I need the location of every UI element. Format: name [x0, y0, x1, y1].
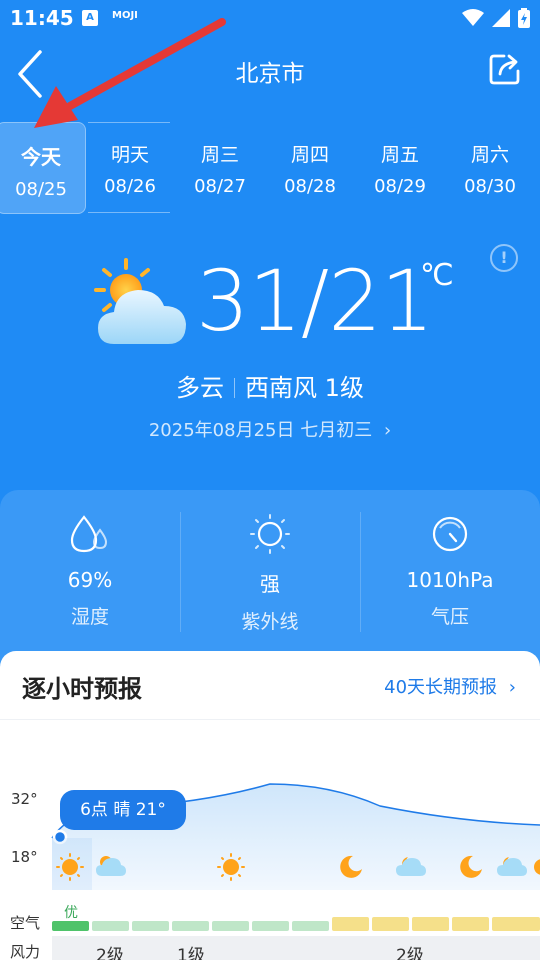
aqi-segment — [292, 921, 329, 931]
stat-pressure: 1010hPa 气压 — [360, 510, 540, 640]
air-quality-row-label: 空气 — [10, 914, 41, 932]
wind-row-bg — [52, 936, 540, 960]
day-tab-name: 周四 — [290, 144, 329, 166]
day-tab-thursday[interactable]: 周四 08/28 — [265, 122, 355, 214]
pressure-value: 1010hPa — [406, 568, 494, 592]
chevron-right-icon: › — [508, 677, 516, 698]
current-hour-bubble: 6点 晴 21° — [60, 790, 186, 830]
humidity-value: 69% — [67, 568, 113, 592]
share-button[interactable] — [488, 52, 524, 88]
status-bar: 11:45 A MOJI — [0, 0, 540, 36]
day-tab-saturday[interactable]: 周六 08/30 — [445, 122, 535, 214]
day-tab-friday[interactable]: 周五 08/29 — [355, 122, 445, 214]
day-tab-date: 08/27 — [194, 176, 246, 197]
day-tab-name: 周三 — [200, 144, 239, 166]
long-forecast-label: 40天长期预报 — [384, 677, 498, 698]
date-link[interactable]: 2025年08月25日 七月初三 › — [0, 416, 540, 442]
partly-cloudy-icon — [94, 258, 186, 344]
day-tab-date: 08/28 — [284, 176, 336, 197]
pressure-label: 气压 — [430, 606, 469, 628]
humidity-label: 湿度 — [70, 606, 109, 628]
share-icon — [489, 54, 520, 85]
app-notification-icon: A — [82, 10, 98, 26]
day-tab-date: 08/25 — [15, 179, 67, 200]
wind-level: 1级 — [177, 946, 205, 960]
moji-notification-icon: MOJI — [112, 10, 138, 21]
day-tab-name: 明天 — [110, 144, 149, 166]
aqi-segment — [52, 921, 89, 931]
aqi-segment — [332, 917, 369, 931]
day-tab-name: 今天 — [21, 145, 61, 169]
info-button[interactable]: ! — [490, 244, 518, 272]
day-tab-tomorrow[interactable]: 明天 08/26 — [85, 122, 175, 214]
aqi-label: 优 — [64, 905, 78, 921]
wind-level: 2级 — [96, 946, 124, 960]
stat-uv: 强 紫外线 — [180, 510, 360, 640]
stat-humidity: 69% 湿度 — [0, 510, 180, 640]
humidity-icon — [70, 515, 108, 553]
aqi-segment — [452, 917, 489, 931]
day-tabs: 今天 08/25 明天 08/26 周三 08/27 周四 08/28 周五 0… — [0, 122, 540, 214]
y-axis-top-label: 32° — [11, 790, 38, 808]
wifi-icon — [462, 9, 484, 26]
temperature-range: 31/21 — [196, 252, 434, 350]
day-tab-date: 08/30 — [464, 176, 516, 197]
day-tab-name: 周六 — [470, 144, 509, 166]
y-axis-bottom-label: 18° — [11, 848, 38, 866]
hourly-forecast-card: 逐小时预报 40天长期预报 › 32° 18° 6点 晴 21° 优 空气 风力… — [0, 651, 540, 960]
long-forecast-link[interactable]: 40天长期预报 › — [384, 673, 516, 699]
city-title: 北京市 — [235, 61, 305, 87]
pressure-gauge-icon — [432, 516, 468, 552]
aqi-segment — [172, 921, 209, 931]
day-tab-name: 周五 — [380, 144, 419, 166]
condition-line: 多云 西南风 1级 — [0, 368, 540, 403]
uv-sun-icon — [250, 514, 290, 554]
uv-value: 强 — [260, 572, 280, 596]
wind-level: 2级 — [396, 946, 424, 960]
day-tab-today[interactable]: 今天 08/25 — [0, 122, 86, 214]
stats-card: 69% 湿度 强 紫外线 1010hPa 气压 — [0, 490, 540, 665]
weather-condition: 多云 — [176, 374, 225, 402]
aqi-segment — [492, 917, 540, 931]
aqi-segment — [212, 921, 249, 931]
status-icons — [462, 6, 530, 30]
aqi-segment — [372, 917, 409, 931]
date-lunar-text: 2025年08月25日 七月初三 — [148, 420, 373, 441]
temperature-unit: ℃ — [420, 258, 454, 293]
aqi-segment — [132, 921, 169, 931]
wind-info: 西南风 1级 — [245, 374, 364, 402]
wind-row-label: 风力 — [10, 943, 41, 960]
aqi-segment — [252, 921, 289, 931]
aqi-segment — [92, 921, 129, 931]
uv-label: 紫外线 — [241, 611, 299, 633]
signal-icon — [492, 9, 510, 27]
day-tab-date: 08/26 — [104, 176, 156, 197]
battery-icon — [518, 8, 530, 28]
aqi-segment — [412, 917, 449, 931]
chevron-right-icon: › — [383, 420, 392, 441]
status-time: 11:45 — [10, 6, 74, 30]
hourly-title: 逐小时预报 — [22, 675, 142, 703]
condition-separator — [234, 378, 236, 398]
day-tab-date: 08/29 — [374, 176, 426, 197]
hourly-temperature-chart — [51, 783, 540, 960]
top-bar: 北京市 — [0, 36, 540, 108]
day-tab-wednesday[interactable]: 周三 08/27 — [175, 122, 265, 214]
